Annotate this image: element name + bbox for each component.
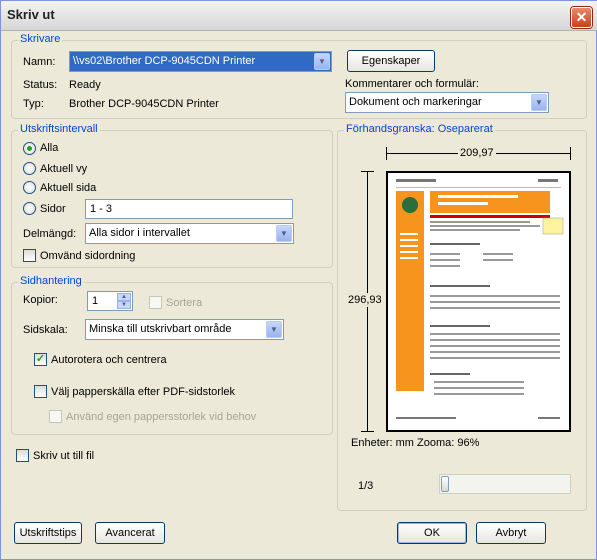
collate-checkbox[interactable]: [149, 296, 162, 309]
printer-name-label: Namn:: [23, 56, 56, 68]
copies-stepper[interactable]: 1 ▲ ▼: [87, 291, 133, 311]
properties-button[interactable]: Egenskaper: [347, 50, 435, 72]
printer-name-select[interactable]: \\vs02\Brother DCP-9045CDN Printer ▼: [69, 51, 332, 72]
preview-legend: Förhandsgranska: Oseparerat: [344, 123, 495, 135]
cancel-button[interactable]: Avbryt: [476, 522, 546, 544]
scale-value: Minska till utskrivbart område: [89, 323, 232, 335]
printer-legend: Skrivare: [18, 33, 63, 45]
range-all-label: Alla: [40, 142, 59, 154]
print-range-legend: Utskriftsintervall: [18, 123, 100, 135]
close-button[interactable]: ✕: [571, 7, 592, 28]
reverse-order-label: Omvänd sidordning: [40, 250, 136, 262]
page-preview: [386, 171, 571, 432]
stepper-down-button[interactable]: ▼: [117, 301, 131, 309]
status-label: Status:: [23, 79, 58, 91]
paper-source-label: Välj papperskälla efter PDF-sidstorlek: [51, 386, 236, 398]
type-label: Typ:: [23, 98, 44, 110]
range-current-view-label: Aktuell vy: [40, 163, 88, 175]
page-slider[interactable]: [439, 474, 571, 494]
chevron-down-icon: ▼: [266, 321, 282, 338]
range-current-view-radio[interactable]: [23, 162, 36, 175]
comments-label: Kommentarer och formulär:: [345, 78, 479, 90]
range-current-page-radio[interactable]: [23, 181, 36, 194]
advanced-button[interactable]: Avancerat: [95, 522, 165, 544]
width-tick-left: [386, 147, 387, 160]
reverse-order-checkbox[interactable]: [23, 249, 36, 262]
dialog-title: Skriv ut: [7, 7, 55, 22]
custom-size-label: Använd egen pappersstorlek vid behov: [66, 411, 257, 423]
print-dialog: Skriv ut ✕ Skrivare Namn: \\vs02\Brother…: [0, 0, 597, 560]
range-all-radio[interactable]: [23, 142, 36, 155]
paper-source-checkbox[interactable]: [34, 385, 47, 398]
subset-label: Delmängd:: [23, 228, 77, 240]
comments-value: Dokument och markeringar: [349, 96, 482, 108]
height-value: 296,93: [348, 293, 382, 307]
range-current-page-label: Aktuell sida: [40, 182, 97, 194]
custom-size-checkbox[interactable]: [49, 410, 62, 423]
print-tips-button[interactable]: Utskriftstips: [14, 522, 82, 544]
width-tick-right: [570, 147, 571, 160]
stepper-up-button[interactable]: ▲: [117, 293, 131, 301]
page-thumbnail: [388, 173, 569, 430]
type-value: Brother DCP-9045CDN Printer: [69, 98, 219, 110]
comments-select[interactable]: Dokument och markeringar ▼: [345, 92, 549, 113]
autorotate-checkbox[interactable]: ✓: [34, 353, 47, 366]
title-bar: Skriv ut ✕: [1, 1, 597, 31]
copies-value: 1: [92, 295, 99, 307]
printer-name-value: \\vs02\Brother DCP-9045CDN Printer: [73, 55, 256, 67]
autorotate-label: Autorotera och centrera: [51, 354, 167, 366]
chevron-down-icon: ▼: [314, 53, 330, 70]
scale-select[interactable]: Minska till utskrivbart område ▼: [85, 319, 284, 340]
collate-label: Sortera: [166, 297, 203, 309]
copies-label: Kopior:: [23, 294, 58, 306]
subset-select[interactable]: Alla sidor i intervallet ▼: [85, 223, 294, 244]
page-handling-legend: Sidhantering: [18, 275, 84, 287]
width-value: 209,97: [458, 147, 496, 159]
slider-thumb[interactable]: [441, 476, 449, 492]
height-tick-top: [361, 171, 374, 172]
print-to-file-checkbox[interactable]: [16, 449, 29, 462]
height-tick-bottom: [361, 431, 374, 432]
status-value: Ready: [69, 79, 101, 91]
chevron-down-icon: ▼: [531, 94, 547, 111]
print-to-file-label: Skriv ut till fil: [33, 450, 95, 462]
subset-value: Alla sidor i intervallet: [89, 227, 190, 239]
range-pages-label: Sidor: [40, 203, 66, 215]
range-pages-radio[interactable]: [23, 202, 36, 215]
close-icon: ✕: [575, 9, 588, 25]
scale-label: Sidskala:: [23, 324, 68, 336]
chevron-down-icon: ▼: [276, 225, 292, 242]
units-zoom-label: Enheter: mm Zooma: 96%: [351, 437, 480, 449]
pages-input[interactable]: 1 - 3: [85, 199, 293, 219]
pages-input-value: 1 - 3: [90, 203, 113, 215]
page-indicator: 1/3: [358, 480, 374, 492]
ok-button[interactable]: OK: [397, 522, 467, 544]
